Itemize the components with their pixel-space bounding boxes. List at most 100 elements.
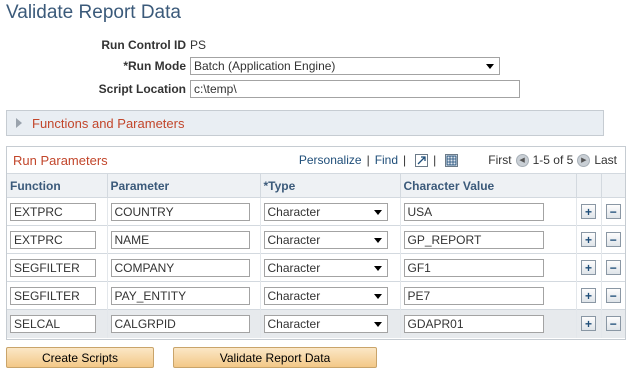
character-value-input[interactable]: PE7 bbox=[403, 286, 544, 305]
add-row-icon[interactable]: + bbox=[581, 260, 596, 275]
parameter-value: CALGRPID bbox=[114, 316, 176, 331]
character-value-cell: GF1 bbox=[400, 253, 577, 282]
type-select[interactable]: Character bbox=[263, 258, 388, 277]
script-location-value: c:\temp\ bbox=[194, 82, 237, 96]
remove-row-icon[interactable]: − bbox=[605, 232, 621, 247]
add-cell: + bbox=[576, 225, 602, 254]
character-value-input[interactable]: USA bbox=[403, 202, 544, 221]
character-value-input[interactable]: GF1 bbox=[403, 258, 544, 277]
type-cell: Character bbox=[260, 309, 401, 338]
column-header-add bbox=[576, 173, 602, 198]
function-value: EXTPRC bbox=[14, 232, 63, 247]
nav-separator: | bbox=[366, 153, 370, 167]
chevron-down-icon bbox=[373, 265, 382, 271]
run-mode-value: Batch (Application Engine) bbox=[194, 59, 336, 73]
character-value: USA bbox=[407, 204, 433, 219]
validate-report-data-button[interactable]: Validate Report Data bbox=[173, 347, 377, 368]
character-value-input[interactable]: GP_REPORT bbox=[403, 230, 544, 249]
parameter-cell: CALGRPID bbox=[107, 309, 261, 338]
function-input[interactable]: SEGFILTER bbox=[10, 286, 96, 305]
chevron-down-icon bbox=[373, 237, 382, 243]
parameter-input[interactable]: COMPANY bbox=[110, 258, 250, 277]
table-row: SEGFILTER PAY_ENTITY Character PE7 + − bbox=[7, 281, 625, 310]
parameter-input[interactable]: NAME bbox=[110, 230, 250, 249]
function-cell: SELCAL bbox=[7, 309, 108, 338]
next-icon[interactable]: ▶ bbox=[577, 153, 591, 167]
column-header-function: Function bbox=[7, 173, 108, 198]
run-control-value: PS bbox=[190, 38, 207, 52]
create-scripts-button[interactable]: Create Scripts bbox=[6, 347, 154, 368]
remove-cell: − bbox=[601, 253, 625, 282]
character-value: GF1 bbox=[407, 260, 431, 275]
parameter-value: COUNTRY bbox=[114, 204, 174, 219]
type-cell: Character bbox=[260, 253, 401, 282]
view-all-icon[interactable] bbox=[415, 153, 429, 167]
function-input[interactable]: SELCAL bbox=[10, 314, 96, 333]
function-value: EXTPRC bbox=[14, 204, 63, 219]
find-link[interactable]: Find bbox=[375, 153, 398, 167]
previous-icon[interactable]: ◀ bbox=[515, 153, 529, 167]
type-select[interactable]: Character bbox=[263, 286, 388, 305]
character-value-input[interactable]: GDAPR01 bbox=[403, 314, 544, 333]
row-range: 1-5 of 5 bbox=[532, 153, 574, 167]
function-cell: SEGFILTER bbox=[7, 253, 108, 282]
parameter-cell: NAME bbox=[107, 225, 261, 254]
remove-row-icon[interactable]: − bbox=[605, 204, 621, 219]
remove-row-icon[interactable]: − bbox=[605, 260, 621, 275]
add-row-icon[interactable]: + bbox=[581, 204, 596, 219]
character-value: GP_REPORT bbox=[407, 232, 482, 247]
parameter-value: NAME bbox=[114, 232, 150, 247]
first-label: First bbox=[488, 153, 512, 167]
script-location-label: Script Location bbox=[98, 82, 186, 96]
function-cell: EXTPRC bbox=[7, 197, 108, 226]
column-header-parameter: Parameter bbox=[107, 173, 261, 198]
function-input[interactable]: SEGFILTER bbox=[10, 258, 96, 277]
parameter-cell: PAY_ENTITY bbox=[107, 281, 261, 310]
expand-triangle-icon[interactable] bbox=[16, 118, 22, 128]
parameter-cell: COMPANY bbox=[107, 253, 261, 282]
download-grid-icon[interactable] bbox=[445, 153, 459, 167]
personalize-link[interactable]: Personalize bbox=[299, 153, 362, 167]
remove-row-icon[interactable]: − bbox=[605, 316, 621, 332]
parameter-input[interactable]: PAY_ENTITY bbox=[110, 286, 250, 305]
script-location-input[interactable]: c:\temp\ bbox=[190, 80, 520, 98]
type-select[interactable]: Character bbox=[263, 314, 388, 333]
add-row-icon[interactable]: + bbox=[581, 232, 596, 247]
function-value: SELCAL bbox=[14, 316, 61, 331]
script-location-row: Script Location c:\temp\ bbox=[0, 79, 520, 99]
remove-cell: − bbox=[601, 197, 625, 226]
type-select[interactable]: Character bbox=[263, 202, 388, 221]
type-value: Character bbox=[267, 204, 321, 219]
functions-section-title[interactable]: Functions and Parameters bbox=[32, 116, 184, 131]
add-cell: + bbox=[576, 197, 602, 226]
function-input[interactable]: EXTPRC bbox=[10, 230, 96, 249]
remove-cell: − bbox=[601, 309, 625, 338]
type-select[interactable]: Character bbox=[263, 230, 388, 249]
run-control-label: Run Control ID bbox=[101, 38, 186, 52]
remove-row-icon[interactable]: − bbox=[605, 288, 621, 303]
parameter-cell: COUNTRY bbox=[107, 197, 261, 226]
add-cell: + bbox=[576, 309, 602, 338]
run-mode-select[interactable]: Batch (Application Engine) bbox=[190, 57, 500, 75]
table-row: SELCAL CALGRPID Character GDAPR01 + − bbox=[7, 309, 625, 338]
add-cell: + bbox=[576, 253, 602, 282]
remove-cell: − bbox=[601, 281, 625, 310]
nav-separator: | bbox=[433, 153, 437, 167]
type-value: Character bbox=[267, 260, 321, 275]
character-value-cell: GDAPR01 bbox=[400, 309, 577, 338]
chevron-down-icon bbox=[373, 209, 382, 215]
parameter-input[interactable]: CALGRPID bbox=[110, 314, 250, 333]
add-row-icon[interactable]: + bbox=[581, 316, 596, 332]
functions-and-parameters-section[interactable]: Functions and Parameters bbox=[6, 110, 604, 136]
add-row-icon[interactable]: + bbox=[581, 288, 596, 303]
type-value: Character bbox=[267, 232, 321, 247]
function-input[interactable]: EXTPRC bbox=[10, 202, 96, 221]
page-title: Validate Report Data bbox=[6, 2, 181, 23]
parameter-input[interactable]: COUNTRY bbox=[110, 202, 250, 221]
last-label: Last bbox=[594, 153, 617, 167]
character-value-cell: USA bbox=[400, 197, 577, 226]
character-value-cell: PE7 bbox=[400, 281, 577, 310]
chevron-down-icon bbox=[373, 321, 382, 327]
remove-cell: − bbox=[601, 225, 625, 254]
column-header-character-value: Character Value bbox=[400, 173, 577, 198]
